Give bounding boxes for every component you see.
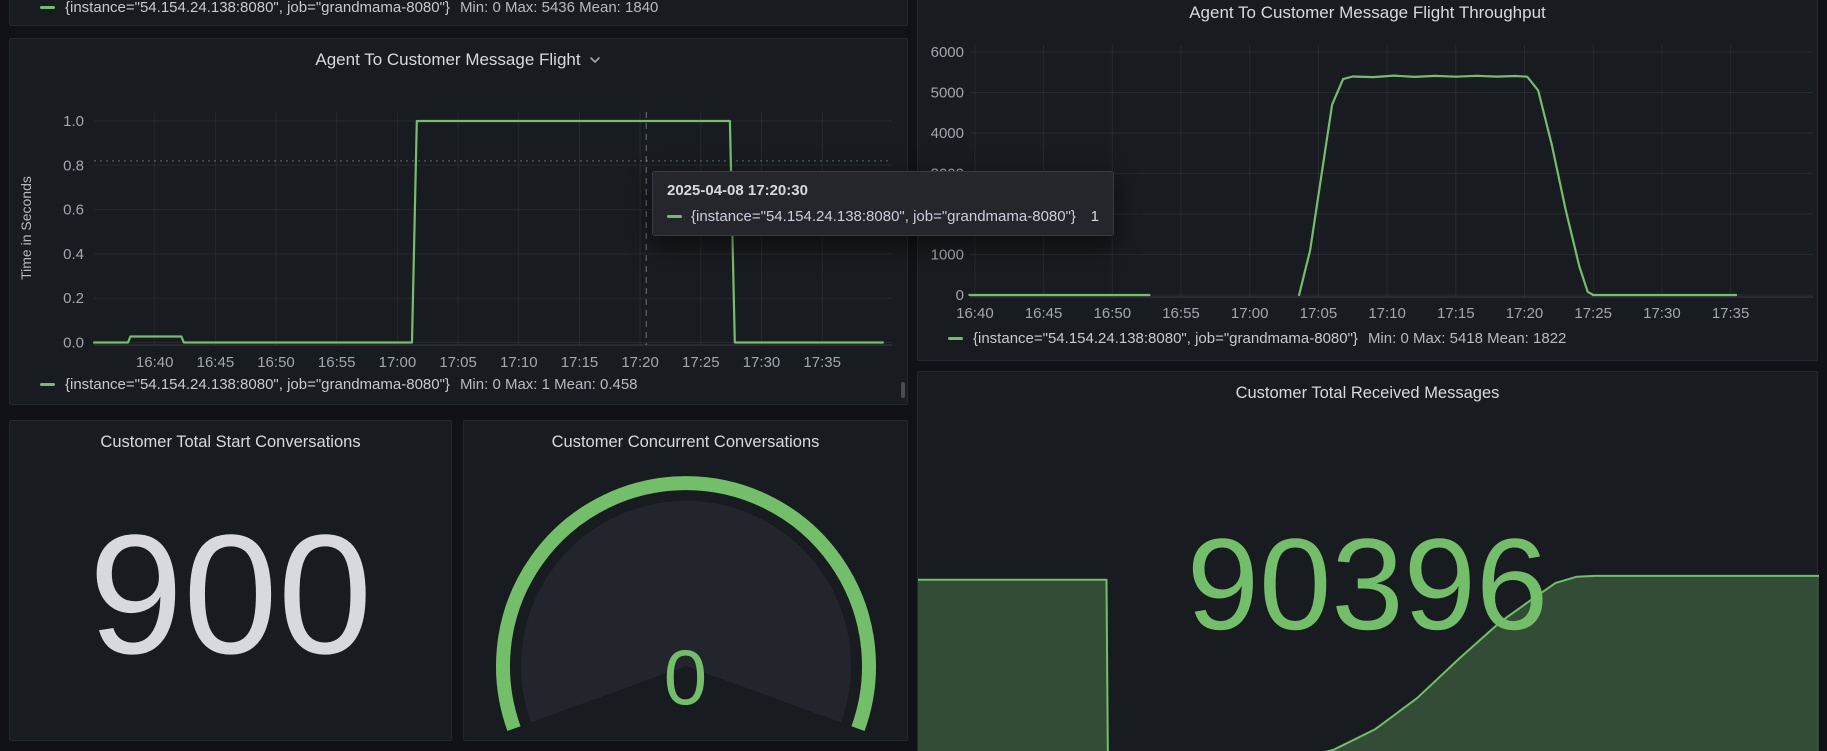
svg-text:17:35: 17:35 [1712,305,1750,322]
svg-text:17:15: 17:15 [1437,305,1475,322]
legend-row: {instance="54.154.24.138:8080", job="gra… [40,0,658,16]
svg-text:17:00: 17:00 [379,354,417,371]
tooltip-series-row: {instance="54.154.24.138:8080", job="gra… [667,208,1099,225]
panel-title-text: Customer Total Start Conversations [100,433,360,452]
svg-text:16:50: 16:50 [1094,305,1132,322]
svg-text:17:05: 17:05 [439,354,477,371]
svg-text:17:30: 17:30 [743,354,781,371]
svg-text:17:10: 17:10 [500,354,538,371]
svg-text:0.4: 0.4 [63,246,84,263]
panel-title-start-conversations[interactable]: Customer Total Start Conversations [10,431,451,453]
tooltip-series-label: {instance="54.154.24.138:8080", job="gra… [691,208,1076,225]
start-conversations-value: 900 [10,510,451,680]
panel-received-messages: Customer Total Received Messages 90396 [917,371,1818,751]
svg-text:17:25: 17:25 [1574,305,1612,322]
tooltip-series-value: 1 [1091,208,1099,225]
svg-text:4000: 4000 [931,125,964,142]
svg-text:1.0: 1.0 [63,113,84,130]
svg-text:16:45: 16:45 [197,354,235,371]
concurrent-value: 0 [464,638,907,716]
svg-text:17:15: 17:15 [561,354,599,371]
series-color-marker-icon [667,215,682,218]
svg-text:1000: 1000 [931,247,964,264]
series-color-marker-icon [40,383,55,386]
legend-series-stats: Min: 0 Max: 1 Mean: 0.458 [460,376,638,393]
series-color-marker-icon [40,6,55,9]
grafana-dashboard: {instance="54.154.24.138:8080", job="gra… [0,0,1827,751]
svg-text:17:10: 17:10 [1368,305,1406,322]
legend-series-stats: Min: 0 Max: 5436 Mean: 1840 [460,0,658,16]
legend-series-stats: Min: 0 Max: 5418 Mean: 1822 [1368,330,1566,347]
tooltip-timestamp: 2025-04-08 17:20:30 [667,182,1099,199]
svg-text:16:45: 16:45 [1025,305,1063,322]
svg-text:6000: 6000 [931,44,964,61]
svg-text:16:40: 16:40 [136,354,174,371]
svg-text:17:05: 17:05 [1300,305,1338,322]
legend-series-label[interactable]: {instance="54.154.24.138:8080", job="gra… [65,376,450,393]
svg-text:16:55: 16:55 [1162,305,1200,322]
svg-text:0: 0 [956,287,964,304]
panel-previous-throughput: {instance="54.154.24.138:8080", job="gra… [9,0,908,26]
svg-text:0.8: 0.8 [63,157,84,174]
svg-text:16:40: 16:40 [956,305,994,322]
svg-text:0.2: 0.2 [63,290,84,307]
chart-tooltip: 2025-04-08 17:20:30 {instance="54.154.24… [652,171,1114,236]
svg-text:0.6: 0.6 [63,202,84,219]
svg-text:16:50: 16:50 [257,354,295,371]
received-messages-value: 90396 [918,519,1817,649]
panel-start-conversations: Customer Total Start Conversations 900 [9,420,452,741]
panel-scrollbar-thumb[interactable] [901,382,905,398]
legend-series-label[interactable]: {instance="54.154.24.138:8080", job="gra… [973,330,1358,347]
svg-text:17:25: 17:25 [682,354,720,371]
series-color-marker-icon [948,337,963,340]
svg-text:17:00: 17:00 [1231,305,1269,322]
svg-text:17:20: 17:20 [1506,305,1544,322]
legend-row: {instance="54.154.24.138:8080", job="gra… [948,330,1566,347]
svg-text:16:55: 16:55 [318,354,356,371]
svg-text:17:30: 17:30 [1643,305,1681,322]
legend-row: {instance="54.154.24.138:8080", job="gra… [40,376,638,393]
panel-concurrent-conversations: Customer Concurrent Conversations 0 [463,420,908,741]
legend-series-label[interactable]: {instance="54.154.24.138:8080", job="gra… [65,0,450,16]
svg-text:5000: 5000 [931,85,964,102]
svg-text:17:35: 17:35 [803,354,841,371]
svg-text:0.0: 0.0 [63,335,84,352]
svg-text:17:20: 17:20 [621,354,659,371]
